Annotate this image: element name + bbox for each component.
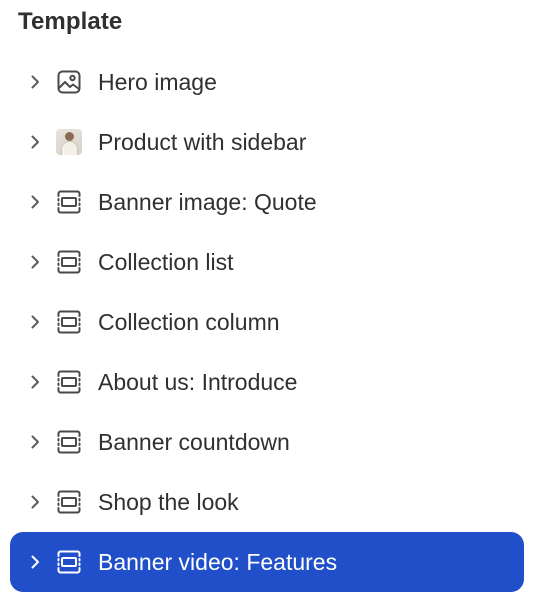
section-item[interactable]: Shop the look <box>10 472 524 532</box>
chevron-right-icon[interactable] <box>24 131 46 153</box>
section-item-label: Hero image <box>98 69 217 95</box>
section-icon <box>55 488 83 516</box>
chevron-right-icon[interactable] <box>24 311 46 333</box>
chevron-right-icon[interactable] <box>24 71 46 93</box>
section-icon <box>55 428 83 456</box>
section-item[interactable]: Banner video: Features <box>10 532 524 592</box>
section-item-label: Banner image: Quote <box>98 189 317 215</box>
section-item[interactable]: Collection list <box>10 232 524 292</box>
section-item-label: Collection list <box>98 249 234 275</box>
template-panel: Template Hero image Product with sidebar B… <box>0 0 536 604</box>
chevron-right-icon[interactable] <box>24 431 46 453</box>
section-item-label: Product with sidebar <box>98 129 307 155</box>
image-icon <box>55 68 83 96</box>
panel-title: Template <box>18 8 123 35</box>
section-item-label: Banner video: Features <box>98 549 338 575</box>
product-thumbnail-icon <box>55 128 83 156</box>
chevron-right-icon[interactable] <box>24 551 46 573</box>
section-icon <box>55 308 83 336</box>
section-item[interactable]: Hero image <box>10 52 524 112</box>
section-item-label: Banner countdown <box>98 429 290 455</box>
section-icon <box>55 248 83 276</box>
section-item[interactable]: Product with sidebar <box>10 112 524 172</box>
section-icon <box>55 188 83 216</box>
section-item[interactable]: Collection column <box>10 292 524 352</box>
section-icon <box>55 548 83 576</box>
section-item[interactable]: About us: Introduce <box>10 352 524 412</box>
chevron-right-icon[interactable] <box>24 371 46 393</box>
section-item-label: Collection column <box>98 309 280 335</box>
section-item-label: Shop the look <box>98 489 239 515</box>
chevron-right-icon[interactable] <box>24 191 46 213</box>
chevron-right-icon[interactable] <box>24 491 46 513</box>
section-item[interactable]: Banner countdown <box>10 412 524 472</box>
section-item[interactable]: Banner image: Quote <box>10 172 524 232</box>
chevron-right-icon[interactable] <box>24 251 46 273</box>
section-item-label: About us: Introduce <box>98 369 298 395</box>
section-icon <box>55 368 83 396</box>
